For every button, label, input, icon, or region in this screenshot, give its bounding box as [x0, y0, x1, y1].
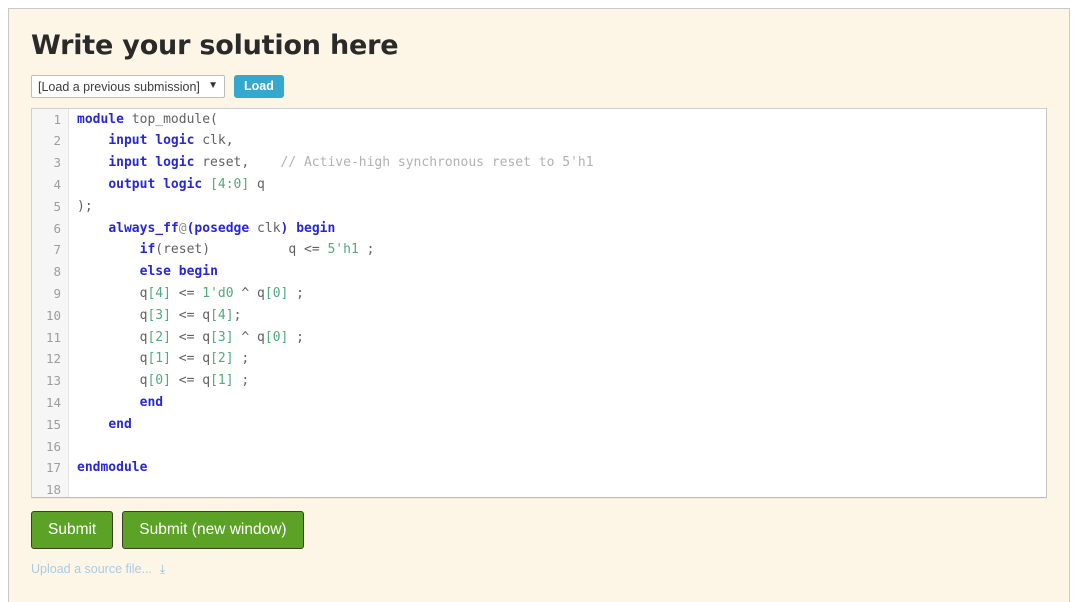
code-line: 2 input logic clk,	[32, 130, 1046, 152]
line-number: 14	[45, 395, 61, 411]
line-text: module top_module(	[77, 111, 218, 127]
code-line: 17 endmodule	[32, 457, 1046, 479]
line-text: q[2] <= q[3] ^ q[0] ;	[77, 329, 305, 345]
line-number: 8	[53, 264, 61, 280]
code-line: 4 output logic [4:0] q	[32, 174, 1046, 196]
line-text	[68, 479, 85, 496]
line-text: if(reset) q <= 5'h1 ;	[139, 242, 375, 258]
code-line: 12 q[1] <= q[2] ;	[32, 348, 1046, 370]
line-number: 17	[45, 460, 61, 476]
line-number: 6	[53, 220, 61, 236]
line-text: input logic clk,	[108, 133, 234, 149]
line-text: endmodule	[77, 460, 148, 476]
line-text: end	[139, 395, 164, 411]
code-line: 3 input logic reset, // Active-high sync…	[32, 152, 1046, 174]
line-number: 3	[53, 155, 61, 171]
upload-source-file-row: Upload a source file... ⤓	[31, 562, 1047, 576]
line-text: q[1] <= q[2] ;	[77, 351, 250, 367]
line-number: 1	[53, 111, 61, 127]
previous-submission-select-wrapper: [Load a previous submission] ▼	[31, 74, 225, 98]
line-number: 13	[45, 373, 61, 389]
page-title: Write your solution here	[31, 30, 399, 61]
line-number: 9	[53, 286, 61, 302]
code-line: 11 q[2] <= q[3] ^ q[0] ;	[32, 327, 1046, 349]
line-text: always_ff@(posedge clk) begin	[108, 220, 336, 236]
code-line: 18	[32, 479, 1046, 496]
code-line: 7 if(reset) q <= 5'h1 ;	[32, 239, 1046, 261]
code-line: 8 else begin	[32, 261, 1046, 283]
line-number: 12	[45, 351, 61, 367]
action-buttons: Submit Submit (new window)	[31, 510, 1047, 549]
line-text: output logic [4:0] q	[108, 177, 265, 193]
line-text: );	[77, 198, 93, 214]
previous-submission-select[interactable]: [Load a previous submission]	[31, 74, 225, 98]
code-line: 5);	[32, 196, 1046, 218]
line-text	[68, 436, 85, 458]
solution-panel: Write your solution here [Load a previou…	[8, 8, 1070, 602]
line-number: 15	[45, 416, 61, 432]
line-number: 11	[45, 329, 61, 345]
code-content[interactable]: 1 module top_module(2 input logic clk, 3 i…	[32, 109, 1046, 497]
code-line: 9 q[4] <= 1'd0 ^ q[0] ;	[32, 283, 1046, 305]
line-number: 7	[53, 242, 61, 258]
load-submission-row: [Load a previous submission] ▼ Load	[31, 74, 1047, 98]
line-text: end	[108, 416, 132, 432]
line-number: 5	[53, 198, 61, 214]
double-chevron-down-icon[interactable]: ⤓	[160, 563, 165, 575]
code-line: 14 end	[32, 392, 1046, 414]
line-text: else begin	[139, 264, 218, 280]
line-number: 16	[45, 438, 61, 454]
upload-source-file-link[interactable]: Upload a source file...	[31, 562, 152, 576]
line-number: 2	[53, 133, 61, 149]
line-number: 18	[45, 482, 61, 497]
submit-new-window-button[interactable]: Submit (new window)	[122, 510, 304, 549]
code-editor[interactable]: 1 module top_module(2 input logic clk, 3 i…	[31, 107, 1047, 498]
line-text: q[3] <= q[4];	[77, 307, 242, 323]
code-line: 13 q[0] <= q[1] ;	[32, 370, 1046, 392]
code-line: 6 always_ff@(posedge clk) begin	[32, 218, 1046, 240]
submit-button[interactable]: Submit	[31, 510, 114, 549]
line-number: 10	[45, 307, 61, 323]
line-text: q[4] <= 1'd0 ^ q[0] ;	[77, 286, 305, 302]
code-line: 15 end	[32, 414, 1046, 436]
line-text: input logic reset, // Active-high synchr…	[108, 155, 594, 171]
code-line: 10 q[3] <= q[4];	[32, 305, 1046, 327]
code-line: 16	[32, 436, 1046, 458]
load-button[interactable]: Load	[234, 74, 284, 98]
line-text: q[0] <= q[1] ;	[77, 373, 250, 389]
line-number: 4	[53, 177, 61, 193]
code-line: 1 module top_module(	[32, 109, 1046, 131]
